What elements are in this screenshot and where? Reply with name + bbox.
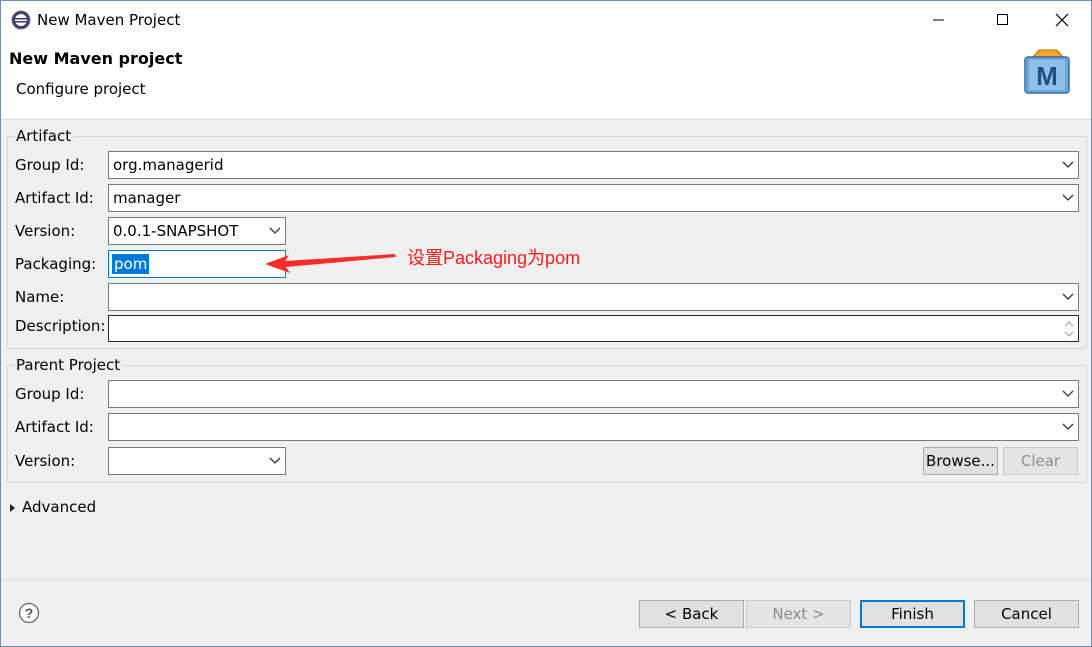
group-id-value: org.managerid [113,156,224,174]
name-label: Name: [15,288,65,306]
annotation-text: 设置Packaging为pom [407,248,581,268]
parent-group-id-label: Group Id: [15,385,85,403]
advanced-label: Advanced [22,498,97,516]
description-field[interactable] [108,315,1079,342]
clear-button[interactable]: Clear [1003,447,1078,475]
chevron-down-icon [1062,390,1074,397]
version-value: 0.0.1-SNAPSHOT [113,222,239,240]
parent-project-group-label: Parent Project [14,356,123,374]
artifact-group-label: Artifact [14,127,74,145]
chevron-down-icon [1062,423,1074,430]
maximize-icon [997,14,1008,25]
parent-version-combo[interactable] [108,447,286,475]
parent-version-label: Version: [15,452,76,470]
wizard-subtitle: Configure project [16,80,146,98]
maven-logo-icon: M [1024,49,1070,94]
new-maven-project-dialog: New Maven Project New Maven project Conf… [0,0,1092,647]
version-combo[interactable]: 0.0.1-SNAPSHOT [108,217,286,245]
artifact-id-label: Artifact Id: [15,189,94,207]
chevron-down-icon [1062,194,1074,201]
group-id-combo[interactable]: org.managerid [108,151,1079,179]
footer-divider [1,579,1091,580]
window-title: New Maven Project [37,11,181,29]
maximize-button[interactable] [980,1,1026,39]
expand-arrow-icon [10,504,15,512]
packaging-label: Packaging: [15,255,97,273]
chevron-down-icon [1062,161,1074,168]
parent-artifact-id-combo[interactable] [108,413,1079,441]
packaging-field[interactable]: pom [108,250,286,278]
wizard-header: New Maven project Configure project M [1,39,1091,120]
artifact-id-value: manager [113,189,181,207]
browse-button[interactable]: Browse... [923,447,998,475]
maven-logo-letter: M [1036,61,1058,91]
group-id-label: Group Id: [15,156,85,174]
name-combo[interactable] [108,283,1079,311]
artifact-id-combo[interactable]: manager [108,184,1079,212]
parent-group-id-combo[interactable] [108,380,1079,408]
minimize-button[interactable] [916,1,962,39]
finish-button[interactable]: Finish [860,600,965,628]
help-icon[interactable]: ? [18,602,40,624]
chevron-down-icon [269,457,281,464]
close-window-button[interactable] [1039,1,1085,39]
chevron-down-icon [1062,293,1074,300]
packaging-value: pom [112,254,150,274]
title-bar: New Maven Project [1,1,1091,39]
close-icon [1055,13,1069,27]
version-label: Version: [15,222,76,240]
wizard-title: New Maven project [9,49,183,68]
description-label: Description: [15,317,106,335]
svg-text:?: ? [25,605,34,621]
back-button[interactable]: < Back [639,600,744,628]
eclipse-app-icon [11,10,31,30]
cancel-button[interactable]: Cancel [974,600,1079,628]
chevron-down-icon [269,227,281,234]
next-button[interactable]: Next > [746,600,851,628]
parent-artifact-id-label: Artifact Id: [15,418,94,436]
annotation-arrow [265,254,396,273]
minimize-icon [933,19,944,21]
scroll-spin-icon[interactable] [1062,318,1076,340]
